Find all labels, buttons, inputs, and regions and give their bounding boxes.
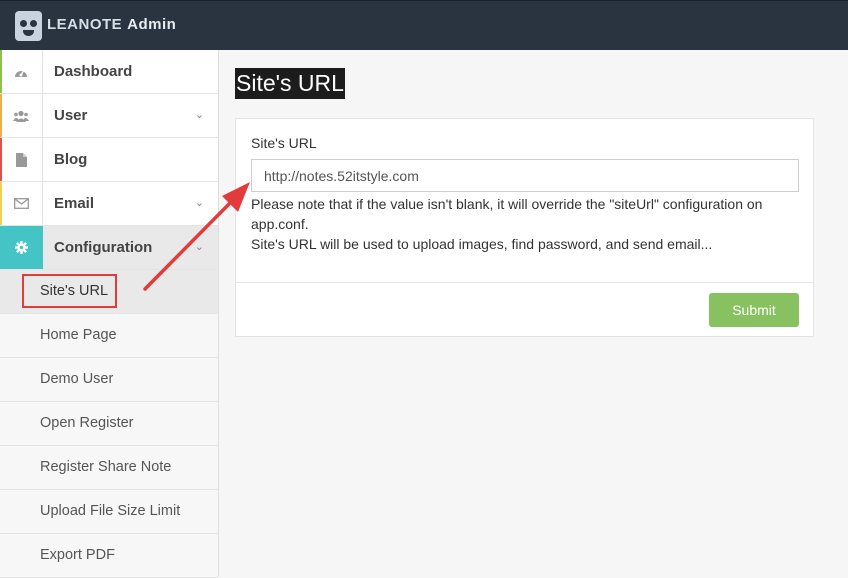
divider — [236, 282, 813, 283]
brand-name: LEANOTE — [47, 16, 123, 33]
sidebar-item-label: Email — [54, 195, 95, 212]
brand-title[interactable]: LEANOTE Admin — [47, 16, 176, 33]
sidebar-item-label: Dashboard — [54, 63, 133, 80]
site-url-form-panel: Site's URL Please note that if the value… — [235, 118, 814, 337]
submenu-item-export-pdf[interactable]: Export PDF — [0, 534, 218, 578]
sidebar-item-configuration[interactable]: Configuration ⌄ — [0, 226, 218, 270]
help-line: Site's URL will be used to upload images… — [251, 236, 713, 252]
brand-suffix: Admin — [127, 16, 177, 33]
chevron-down-icon: ⌄ — [194, 197, 204, 209]
sidebar-item-email[interactable]: Email ⌄ — [0, 182, 218, 226]
submenu-item-label: Home Page — [40, 327, 117, 343]
sidebar-item-user[interactable]: User ⌄ — [0, 94, 218, 138]
submenu-item-label: Open Register — [40, 415, 134, 431]
leanote-logo-icon[interactable] — [15, 11, 42, 41]
submenu-item-site-url[interactable]: Site's URL — [0, 270, 218, 314]
gear-icon — [0, 226, 43, 269]
highlight-box — [22, 274, 117, 308]
sidebar: Dashboard User ⌄ Blog Email ⌄ Configurat… — [0, 50, 219, 578]
help-text: Please note that if the value isn't blan… — [251, 194, 811, 254]
envelope-icon — [0, 182, 43, 225]
site-url-label: Site's URL — [251, 135, 317, 151]
sidebar-item-label: Configuration — [54, 239, 153, 256]
submenu-item-open-register[interactable]: Open Register — [0, 402, 218, 446]
submenu-item-label: Export PDF — [40, 547, 115, 563]
submenu-item-upload-file-size-limit[interactable]: Upload File Size Limit — [0, 490, 218, 534]
sidebar-item-label: Blog — [54, 151, 88, 168]
submenu-item-label: Upload File Size Limit — [40, 503, 181, 519]
sidebar-item-blog[interactable]: Blog — [0, 138, 218, 182]
submenu-item-register-share-note[interactable]: Register Share Note — [0, 446, 218, 490]
page-title: Site's URL — [235, 68, 345, 99]
sidebar-item-label: User — [54, 107, 88, 124]
submenu-item-label: Demo User — [40, 371, 114, 387]
submenu-item-demo-user[interactable]: Demo User — [0, 358, 218, 402]
submit-button[interactable]: Submit — [709, 293, 799, 327]
top-navbar: LEANOTE Admin — [0, 0, 848, 50]
sidebar-item-dashboard[interactable]: Dashboard — [0, 50, 218, 94]
chevron-down-icon: ⌄ — [194, 241, 204, 253]
submenu-item-label: Register Share Note — [40, 459, 172, 475]
users-icon — [0, 94, 43, 137]
dashboard-icon — [0, 50, 43, 93]
help-line: Please note that if the value isn't blan… — [251, 196, 763, 232]
submenu-item-home-page[interactable]: Home Page — [0, 314, 218, 358]
file-icon — [0, 138, 43, 181]
site-url-input[interactable] — [251, 159, 799, 192]
chevron-down-icon: ⌄ — [194, 109, 204, 121]
